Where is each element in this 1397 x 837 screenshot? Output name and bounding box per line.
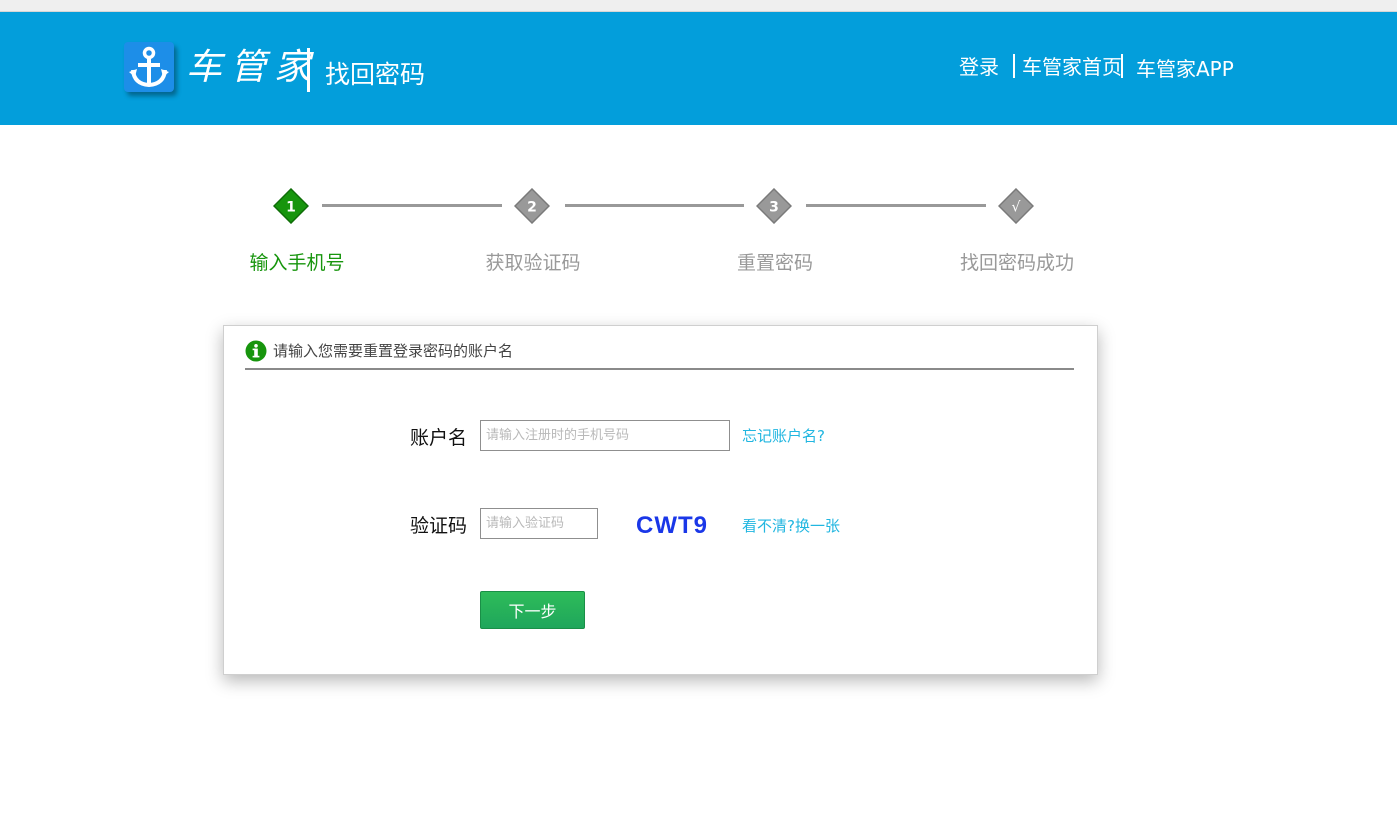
captcha-image[interactable]: CWT9 (636, 511, 708, 541)
site-header: 车管家 找回密码 登录 车管家首页 车管家APP (0, 12, 1397, 125)
step-3-label: 重置密码 (736, 252, 813, 274)
step-2-label: 获取验证码 (485, 252, 581, 274)
captcha-input[interactable] (480, 508, 598, 539)
step-4-label: 找回密码成功 (959, 252, 1074, 274)
step-1-label: 输入手机号 (249, 252, 345, 274)
browser-top-strip (0, 0, 1397, 12)
step-2-badge: 2 (527, 200, 537, 216)
step-4-badge: √ (1012, 200, 1021, 216)
step-connector (565, 204, 744, 207)
step-connector (322, 204, 502, 207)
account-label: 账户名 (410, 427, 468, 449)
captcha-label: 验证码 (410, 515, 468, 537)
step-3-badge: 3 (769, 200, 779, 216)
refresh-captcha-link[interactable]: 看不清?换一张 (742, 514, 840, 538)
forgot-account-link[interactable]: 忘记账户名? (742, 424, 825, 448)
step-1-badge: 1 (286, 200, 296, 216)
nav-separator (1013, 54, 1015, 78)
account-input[interactable] (480, 420, 730, 451)
step-connector (806, 204, 986, 207)
recover-form-card: 请输入您需要重置登录密码的账户名 账户名 忘记账户名? 验证码 CWT9 看不清… (223, 325, 1098, 675)
step-2-diamond: 2 (514, 188, 550, 224)
step-4-diamond: √ (998, 188, 1034, 224)
nav-separator (1121, 54, 1123, 78)
nav-login-link[interactable]: 登录 (959, 52, 999, 82)
form-instruction: 请输入您需要重置登录密码的账户名 (273, 342, 514, 360)
form-header-divider (245, 368, 1074, 370)
brand-name: 车管家 (186, 47, 319, 88)
step-1-diamond: 1 (273, 188, 309, 224)
anchor-logo-icon[interactable] (124, 42, 174, 92)
nav-app-link[interactable]: 车管家APP (1136, 54, 1234, 84)
info-icon (245, 340, 267, 362)
step-3-diamond: 3 (756, 188, 792, 224)
nav-home-link[interactable]: 车管家首页 (1022, 52, 1122, 82)
next-step-button[interactable]: 下一步 (480, 591, 585, 629)
brand-divider (307, 48, 310, 92)
page-title: 找回密码 (325, 60, 426, 89)
